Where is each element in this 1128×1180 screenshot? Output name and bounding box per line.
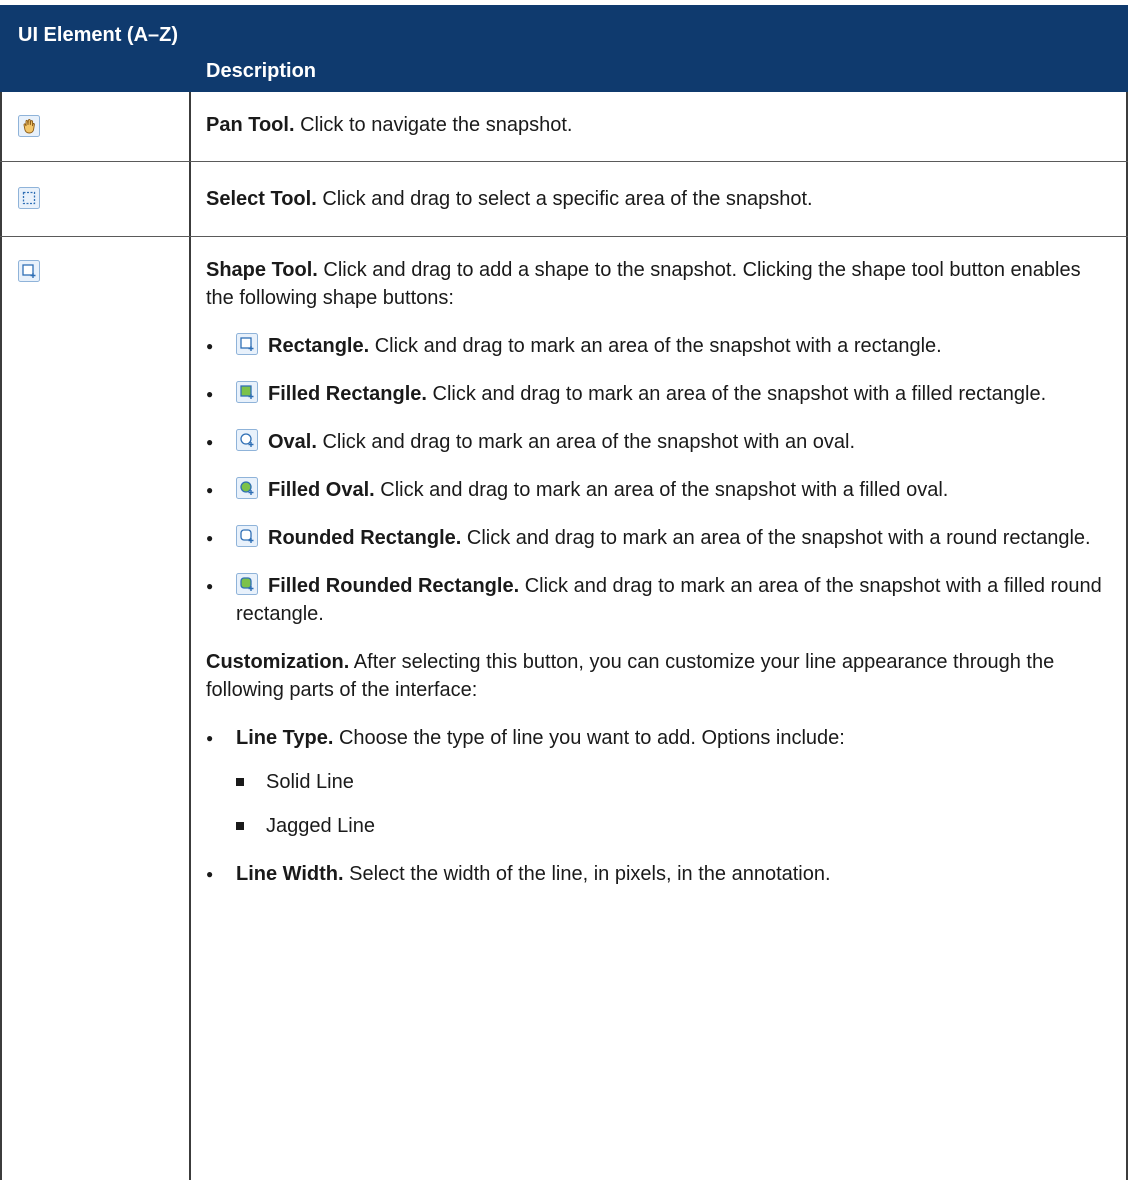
row-divider [0, 236, 1128, 237]
pan-tool-description: Pan Tool. Click to navigate the snapshot… [206, 114, 573, 136]
shape-buttons-list: Rectangle. Click and drag to mark an are… [206, 332, 1106, 628]
list-item-filled-oval: Filled Oval. Click and drag to mark an a… [206, 476, 1106, 504]
header-ui-element: UI Element (A–Z) [18, 24, 179, 46]
rectangle-icon[interactable] [236, 333, 258, 355]
table-header: UI Element (A–Z) Description [0, 5, 1128, 92]
list-item-oval: Oval. Click and drag to mark an area of … [206, 428, 1106, 456]
list-item-jagged-line: Jagged Line [236, 812, 1106, 840]
filled-rounded-rectangle-icon[interactable] [236, 573, 258, 595]
list-item-line-width: Line Width. Select the width of the line… [206, 860, 1106, 888]
filled-oval-icon[interactable] [236, 477, 258, 499]
select-tool-description: Select Tool. Click and drag to select a … [206, 188, 813, 210]
header-description: Description [206, 60, 317, 82]
hand-pan-icon[interactable] [18, 115, 40, 137]
customization-paragraph: Customization. After selecting this butt… [206, 651, 1055, 701]
table-border-left [0, 92, 2, 1180]
shape-tool-intro: Shape Tool. Click and drag to add a shap… [206, 259, 1081, 309]
list-item-rounded-rectangle: Rounded Rectangle. Click and drag to mar… [206, 524, 1106, 552]
shape-rectangle-icon[interactable] [18, 260, 40, 282]
list-item-line-type: Line Type. Choose the type of line you w… [206, 724, 1106, 840]
list-item-solid-line: Solid Line [236, 768, 1106, 796]
select-tool-title: Select Tool. [206, 188, 317, 210]
line-type-options: Solid Line Jagged Line [236, 768, 1106, 840]
select-marquee-icon[interactable] [18, 187, 40, 209]
list-item-filled-rectangle: Filled Rectangle. Click and drag to mark… [206, 380, 1106, 408]
shape-tool-description: Shape Tool. Click and drag to add a shap… [206, 256, 1106, 908]
oval-icon[interactable] [236, 429, 258, 451]
ui-element-table: UI Element (A–Z) Description Pan Tool. C… [0, 5, 1128, 1180]
list-item-filled-rounded-rectangle: Filled Rounded Rectangle. Click and drag… [206, 572, 1106, 628]
filled-rectangle-icon[interactable] [236, 381, 258, 403]
customization-list: Line Type. Choose the type of line you w… [206, 724, 1106, 888]
table-column-divider [189, 92, 191, 1180]
pan-tool-title: Pan Tool. [206, 114, 295, 136]
list-item-rectangle: Rectangle. Click and drag to mark an are… [206, 332, 1106, 360]
rounded-rectangle-icon[interactable] [236, 525, 258, 547]
row-divider [0, 161, 1128, 162]
shape-tool-title: Shape Tool. [206, 259, 318, 281]
